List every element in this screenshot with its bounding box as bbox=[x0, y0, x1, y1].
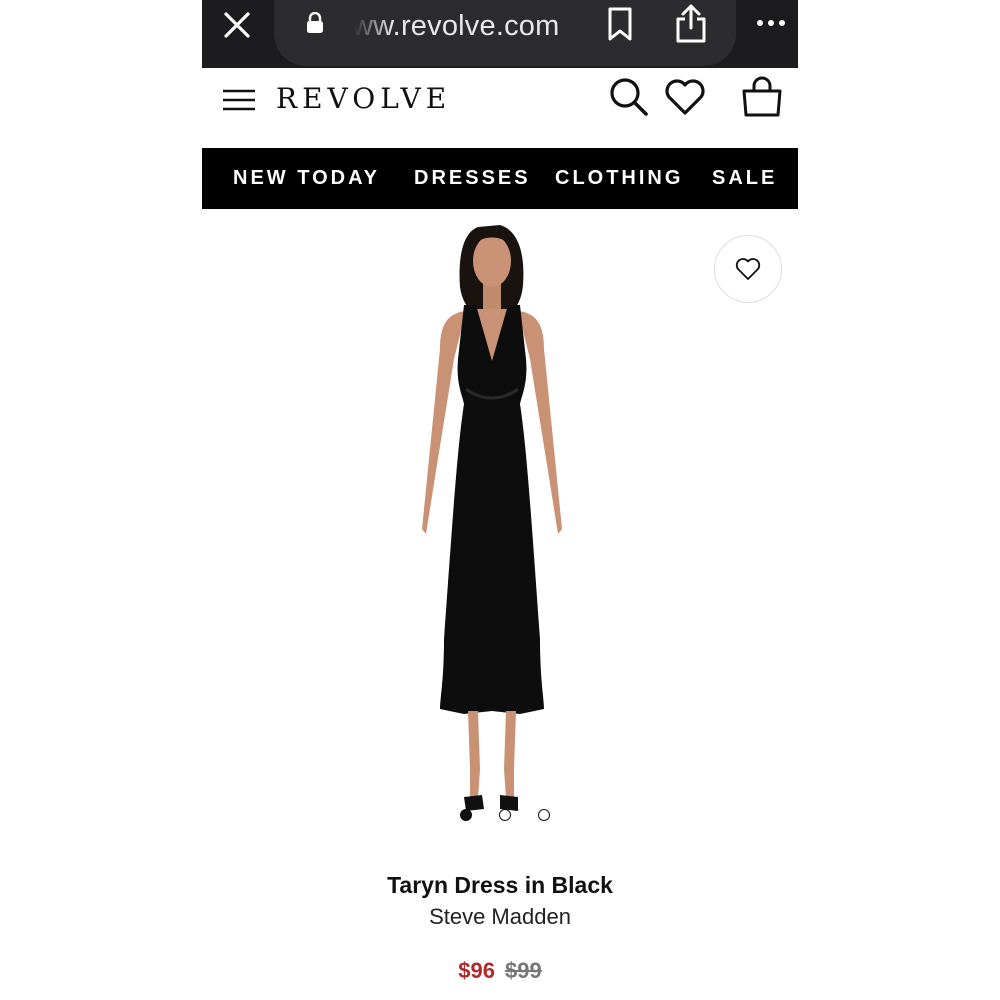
address-bar[interactable]: ww.revolve.com bbox=[274, 0, 736, 66]
phone-screen: ww.revolve.com REVOLVE NEW TODAY DRESSES… bbox=[202, 0, 798, 1000]
nav-item-new-today[interactable]: NEW TODAY bbox=[233, 167, 380, 190]
sale-price: $96 bbox=[458, 958, 495, 983]
category-nav: NEW TODAY DRESSES CLOTHING SALE bbox=[202, 148, 798, 209]
nav-item-sale[interactable]: SALE bbox=[712, 167, 777, 190]
product-title[interactable]: Taryn Dress in Black bbox=[202, 872, 798, 904]
product-brand[interactable]: Steve Madden bbox=[202, 904, 798, 934]
shopping-bag-icon[interactable] bbox=[740, 74, 784, 118]
price-row: $96 $99 bbox=[202, 958, 798, 984]
close-icon[interactable] bbox=[222, 10, 252, 40]
browser-toolbar: ww.revolve.com bbox=[202, 0, 798, 68]
carousel-dot[interactable] bbox=[499, 809, 511, 821]
carousel-dot[interactable] bbox=[460, 809, 472, 821]
search-icon[interactable] bbox=[608, 76, 650, 118]
share-icon[interactable] bbox=[674, 4, 708, 44]
url-fade bbox=[350, 8, 392, 48]
add-to-wishlist-button[interactable] bbox=[714, 235, 782, 303]
original-price: $99 bbox=[505, 958, 542, 983]
product-image[interactable] bbox=[202, 209, 798, 829]
site-header: REVOLVE bbox=[202, 68, 798, 148]
nav-item-clothing[interactable]: CLOTHING bbox=[555, 167, 683, 190]
more-icon[interactable] bbox=[756, 18, 786, 28]
heart-icon[interactable] bbox=[664, 78, 706, 116]
bookmark-icon[interactable] bbox=[606, 6, 634, 42]
carousel-dot[interactable] bbox=[538, 809, 550, 821]
model-photo bbox=[422, 225, 562, 811]
menu-icon[interactable] bbox=[222, 88, 256, 112]
product-info: Taryn Dress in Black Steve Madden bbox=[202, 872, 798, 934]
heart-icon bbox=[735, 258, 761, 280]
nav-item-dresses[interactable]: DRESSES bbox=[414, 167, 531, 190]
lock-icon bbox=[307, 12, 323, 33]
site-logo[interactable]: REVOLVE bbox=[276, 82, 451, 115]
